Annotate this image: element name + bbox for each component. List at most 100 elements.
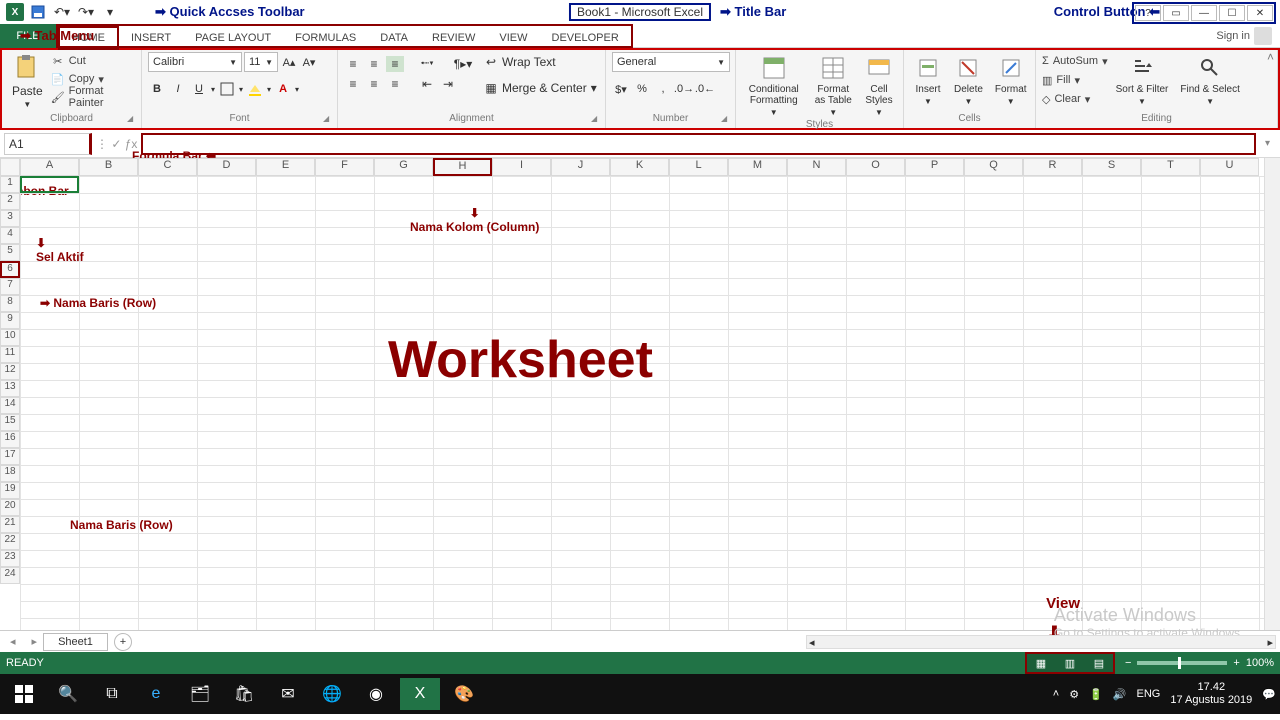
comma-button[interactable]: , — [654, 80, 672, 98]
row-header-23[interactable]: 23 — [0, 550, 20, 567]
row-header-12[interactable]: 12 — [0, 363, 20, 380]
clock[interactable]: 17.42 17 Agustus 2019 — [1170, 681, 1252, 707]
lang-indicator[interactable]: ENG — [1136, 688, 1160, 700]
font-color-button[interactable]: A — [274, 80, 292, 98]
font-name-select[interactable]: Calibri▼ — [148, 52, 242, 72]
col-header-I[interactable]: I — [492, 158, 551, 176]
tab-developer[interactable]: DEVELOPER — [540, 26, 631, 50]
row-header-13[interactable]: 13 — [0, 380, 20, 397]
dialog-launcher-icon[interactable]: ◢ — [721, 114, 733, 126]
bold-button[interactable]: B — [148, 80, 166, 98]
row-header-15[interactable]: 15 — [0, 414, 20, 431]
row-header-2[interactable]: 2 — [0, 193, 20, 210]
insert-cells-button[interactable]: Insert▼ — [910, 52, 946, 108]
zoom-slider[interactable] — [1137, 661, 1227, 665]
zoom-out-button[interactable]: − — [1125, 657, 1131, 669]
ribbon-toggle-button[interactable]: ▭ — [1163, 5, 1189, 21]
increase-indent-button[interactable]: ⇥ — [439, 76, 457, 92]
view-normal-button[interactable]: ▦ — [1028, 655, 1054, 671]
qat-customize-icon[interactable]: ▾ — [100, 3, 120, 21]
edge-icon[interactable]: e — [136, 678, 176, 710]
underline-button[interactable]: U — [190, 80, 208, 98]
row-header-10[interactable]: 10 — [0, 329, 20, 346]
font-size-select[interactable]: 11▼ — [244, 52, 278, 72]
taskbar-excel-icon[interactable]: X — [400, 678, 440, 710]
dialog-launcher-icon[interactable]: ◢ — [127, 114, 139, 126]
row-header-22[interactable]: 22 — [0, 533, 20, 550]
decrease-indent-button[interactable]: ⇤ — [418, 76, 436, 92]
col-header-U[interactable]: U — [1200, 158, 1259, 176]
wifi-icon[interactable]: ⚙ — [1069, 688, 1079, 701]
tab-formulas[interactable]: FORMULAS — [283, 26, 368, 50]
explorer-icon[interactable]: 🗂 — [180, 678, 220, 710]
col-header-G[interactable]: G — [374, 158, 433, 176]
signin[interactable]: Sign in — [1216, 27, 1272, 45]
col-header-M[interactable]: M — [728, 158, 787, 176]
close-button[interactable]: ✕ — [1247, 5, 1273, 21]
active-cell[interactable] — [20, 176, 79, 193]
row-header-5[interactable]: 5 — [0, 244, 20, 261]
autosum-button[interactable]: Σ AutoSum ▾ — [1042, 52, 1108, 70]
formula-bar[interactable] — [141, 133, 1256, 155]
col-header-L[interactable]: L — [669, 158, 728, 176]
row-header-14[interactable]: 14 — [0, 397, 20, 414]
row-header-6[interactable]: 6 — [0, 261, 20, 278]
fill-color-button[interactable] — [246, 80, 264, 98]
wrap-text-button[interactable]: ↩Wrap Text — [484, 52, 597, 72]
save-icon[interactable] — [28, 3, 48, 21]
number-format-select[interactable]: General▼ — [612, 52, 730, 72]
app-icon[interactable]: 🌐 — [312, 678, 352, 710]
cells-grid[interactable] — [20, 176, 1264, 630]
format-as-table-button[interactable]: Format as Table▼ — [810, 52, 857, 119]
tray-chevron-icon[interactable]: ˄ — [1053, 688, 1059, 700]
col-header-D[interactable]: D — [197, 158, 256, 176]
fill-button[interactable]: ▥ Fill ▾ — [1042, 71, 1108, 89]
maximize-button[interactable]: ☐ — [1219, 5, 1245, 21]
volume-icon[interactable]: 🔊 — [1113, 688, 1127, 701]
row-header-4[interactable]: 4 — [0, 227, 20, 244]
col-header-O[interactable]: O — [846, 158, 905, 176]
row-header-21[interactable]: 21 — [0, 516, 20, 533]
start-button[interactable] — [4, 678, 44, 710]
sheet-tab-sheet1[interactable]: Sheet1 — [43, 633, 108, 651]
percent-button[interactable]: % — [633, 80, 651, 98]
row-header-24[interactable]: 24 — [0, 567, 20, 584]
col-header-K[interactable]: K — [610, 158, 669, 176]
col-header-A[interactable]: A — [20, 158, 79, 176]
undo-icon[interactable]: ↶▾ — [52, 3, 72, 21]
conditional-formatting-button[interactable]: Conditional Formatting▼ — [742, 52, 806, 119]
row-header-1[interactable]: 1 — [0, 176, 20, 193]
view-pagelayout-button[interactable]: ▥ — [1057, 655, 1083, 671]
format-painter-button[interactable]: 🖌Format Painter — [51, 88, 135, 106]
row-header-19[interactable]: 19 — [0, 482, 20, 499]
store-icon[interactable]: 🛍 — [224, 678, 264, 710]
align-right-button[interactable]: ≡ — [386, 76, 404, 92]
minimize-button[interactable]: — — [1191, 5, 1217, 21]
grow-font-button[interactable]: A▴ — [280, 53, 298, 71]
row-header-11[interactable]: 11 — [0, 346, 20, 363]
tab-view[interactable]: VIEW — [487, 26, 539, 50]
format-cells-button[interactable]: Format▼ — [991, 52, 1031, 108]
expand-formula-bar-icon[interactable]: ▾ — [1265, 138, 1270, 149]
row-header-8[interactable]: 8 — [0, 295, 20, 312]
align-middle-button[interactable]: ≡ — [365, 56, 383, 72]
col-header-H[interactable]: H — [433, 158, 492, 176]
dialog-launcher-icon[interactable]: ◢ — [591, 114, 603, 126]
row-header-9[interactable]: 9 — [0, 312, 20, 329]
col-header-S[interactable]: S — [1082, 158, 1141, 176]
col-header-E[interactable]: E — [256, 158, 315, 176]
collapse-ribbon-icon[interactable]: ˄ — [1267, 50, 1274, 64]
accounting-format-button[interactable]: $▾ — [612, 80, 630, 98]
cut-button[interactable]: ✂Cut — [51, 52, 135, 70]
cell-styles-button[interactable]: Cell Styles▼ — [861, 52, 897, 119]
col-header-B[interactable]: B — [79, 158, 138, 176]
help-button[interactable]: ? — [1135, 5, 1161, 21]
delete-cells-button[interactable]: Delete▼ — [950, 52, 987, 108]
row-header-20[interactable]: 20 — [0, 499, 20, 516]
align-left-button[interactable]: ≡ — [344, 76, 362, 92]
ltr-button[interactable]: ¶▸▾ — [454, 56, 472, 72]
orientation-button[interactable]: ⭪▾ — [418, 56, 436, 72]
chrome-icon[interactable]: ◉ — [356, 678, 396, 710]
paint-icon[interactable]: 🎨 — [444, 678, 484, 710]
col-header-C[interactable]: C — [138, 158, 197, 176]
